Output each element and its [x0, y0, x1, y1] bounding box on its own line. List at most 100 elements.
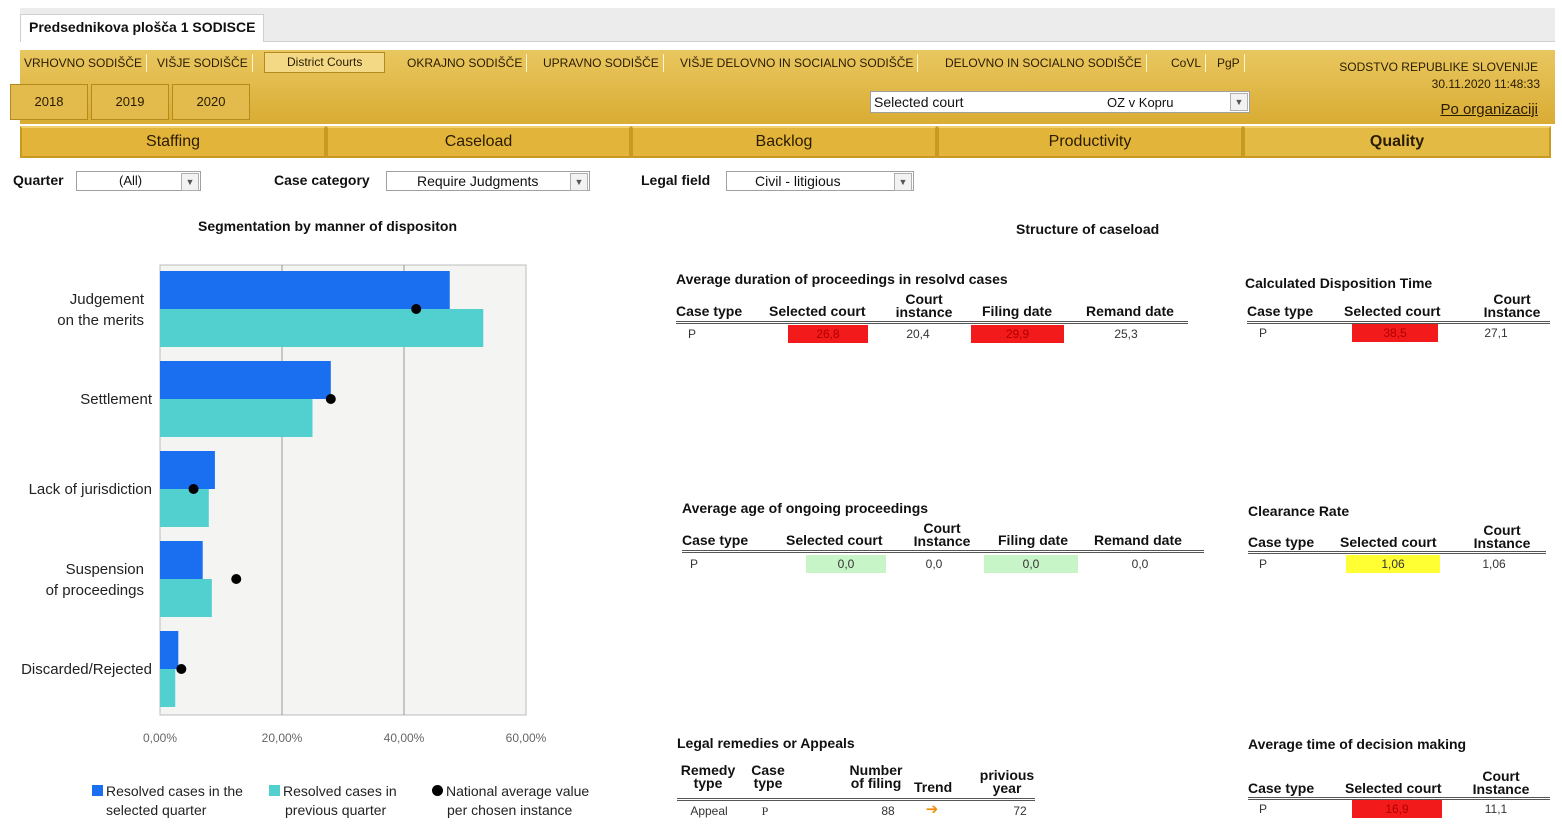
decision-title: Average time of decision making [1248, 736, 1467, 752]
clearance-header-selected-court: Selected court [1340, 534, 1437, 550]
duration-header-case-type: Case type [676, 303, 743, 319]
chart-bar-previous-quarter [160, 489, 209, 527]
quarter-label: Quarter [13, 172, 64, 188]
tab-staffing[interactable]: Staffing [20, 126, 326, 158]
tab-backlog[interactable]: Backlog [631, 126, 937, 158]
chart-bar-selected-quarter [160, 541, 203, 579]
chart-x-tick-label: 40,00% [384, 731, 425, 745]
duration-title: Average duration of proceedings in resol… [676, 271, 1008, 287]
clearance-cell-court-instance: 1,06 [1482, 557, 1506, 571]
case-category-select[interactable]: Require Judgments ▼ [386, 171, 590, 191]
chart-national-average-dot [325, 394, 336, 404]
court-tab-vrhovno[interactable]: VRHOVNO SODIŠČE [20, 54, 148, 72]
decision-header-court-instance: Court Instance [1472, 768, 1530, 797]
legend-dot-black [432, 785, 443, 796]
chart-bar-previous-quarter [160, 579, 212, 617]
duration-cell-filing-date: 29,9 [971, 325, 1064, 343]
tab-caseload[interactable]: Caseload [326, 126, 631, 158]
chart-x-tick-label: 0,00% [143, 731, 177, 745]
structure-title: Structure of caseload [1016, 221, 1160, 237]
decision-cell-case-type: P [1258, 802, 1267, 816]
age-header-remand-date: Remand date [1094, 532, 1182, 548]
age-cell-court-instance: 0,0 [925, 557, 943, 571]
chevron-down-icon[interactable]: ▼ [570, 173, 588, 191]
duration-cell-remand-date: 25,3 [1114, 327, 1138, 341]
chevron-down-icon[interactable]: ▼ [1230, 93, 1248, 111]
chart-bar-selected-quarter [160, 361, 331, 399]
chart-bar-selected-quarter [160, 451, 215, 489]
org-link[interactable]: Po organizaciji [1440, 101, 1538, 118]
legal-field-value: Civil - litigious [755, 173, 841, 189]
decision-header-selected-court: Selected court [1345, 780, 1442, 796]
tab-quality[interactable]: Quality [1243, 126, 1551, 158]
chart-category-label: Judgement on the merits [57, 291, 145, 329]
clearance-cell-case-type: P [1258, 557, 1267, 571]
chart-national-average-dot [188, 484, 199, 494]
age-title: Average age of ongoing proceedings [682, 500, 929, 516]
quarter-value: (All) [119, 173, 143, 188]
case-category-label: Case category [274, 172, 370, 188]
case-category-value: Require Judgments [417, 173, 539, 189]
court-tab-visje[interactable]: VIŠJE SODIŠČE [153, 54, 253, 72]
chart-category-label: Suspension of proceedings [46, 561, 144, 599]
chart-bar-selected-quarter [160, 271, 450, 309]
quarter-select[interactable]: (All) ▼ [76, 171, 201, 191]
cdt-header-court-instance: Court Instance [1483, 291, 1541, 320]
chart-bar-previous-quarter [160, 309, 484, 347]
chart-category-label: Discarded/Rejected [21, 661, 152, 678]
chevron-down-icon[interactable]: ▼ [894, 173, 912, 191]
chart-bar-previous-quarter [160, 399, 313, 437]
segmentation-title: Segmentation by manner of dispositon [198, 218, 458, 234]
cdt-title: Calculated Disposition Time [1245, 275, 1433, 291]
tab-productivity[interactable]: Productivity [937, 126, 1243, 158]
court-tab-upravno[interactable]: UPRAVNO SODIŠČE [539, 54, 664, 72]
clearance-title: Clearance Rate [1248, 503, 1350, 519]
duration-header-filing-date: Filing date [982, 303, 1052, 319]
legal-field-label: Legal field [641, 172, 711, 188]
court-tab-covl[interactable]: CoVL [1167, 54, 1207, 72]
selected-court-select[interactable]: Selected court OZ v Kopru ▼ [870, 91, 1250, 113]
remedies-header-remedy-type: Remedy type [680, 762, 736, 791]
org-name: SODSTVO REPUBLIKE SLOVENIJE [1339, 60, 1538, 74]
age-header-court-instance: Court Instance [913, 520, 971, 549]
selected-court-label: Selected court [874, 94, 964, 110]
remedies-cell-previous-year: 72 [1013, 804, 1027, 818]
duration-cell-case-type: P [687, 327, 696, 341]
chart-x-tick-label: 20,00% [262, 731, 303, 745]
legend-swatch-blue [92, 785, 103, 796]
chart-national-average-dot [176, 664, 187, 674]
court-tab-visje-delovno[interactable]: VIŠJE DELOVNO IN SOCIALNO SODIŠČE [676, 54, 919, 72]
duration-header-remand-date: Remand date [1086, 303, 1174, 319]
court-tab-district[interactable]: District Courts [264, 52, 386, 73]
remedies-header-rule [677, 798, 1035, 801]
remedies-header-previous-year: privious year [979, 767, 1035, 796]
age-header-selected-court: Selected court [786, 532, 883, 548]
court-tab-pgp[interactable]: PgP [1213, 54, 1245, 72]
remedies-cell-case-type: P [761, 804, 769, 818]
remedies-header-trend: Trend [914, 779, 953, 795]
legal-field-select[interactable]: Civil - litigious ▼ [726, 171, 914, 191]
chart-national-average-dot [411, 304, 422, 314]
legend-selected-quarter: Resolved cases in the selected quarter [92, 782, 243, 820]
year-button-2020[interactable]: 2020 [172, 84, 250, 120]
court-tab-okrajno[interactable]: OKRAJNO SODIŠČE [403, 54, 528, 72]
year-button-2018[interactable]: 2018 [10, 84, 88, 120]
chevron-down-icon[interactable]: ▼ [181, 173, 199, 191]
org-datetime: 30.11.2020 11:48:33 [1431, 77, 1540, 91]
selected-court-value: OZ v Kopru [1107, 95, 1174, 110]
duration-header-selected-court: Selected court [769, 303, 866, 319]
cdt-header-selected-court: Selected court [1344, 303, 1441, 319]
decision-cell-court-instance: 11,1 [1484, 802, 1508, 816]
cdt-cell-court-instance: 27,1 [1484, 326, 1508, 340]
decision-header-case-type: Case type [1248, 780, 1315, 796]
year-button-2019[interactable]: 2019 [91, 84, 169, 120]
legend-swatch-cyan [269, 785, 280, 796]
age-header-filing-date: Filing date [998, 532, 1068, 548]
cdt-header-case-type: Case type [1247, 303, 1314, 319]
court-tab-delovno[interactable]: DELOVNO IN SOCIALNO SODIŠČE [941, 54, 1147, 72]
legend-national-average: National average value per chosen instan… [432, 782, 589, 820]
clearance-header-case-type: Case type [1248, 534, 1315, 550]
arrow-right-icon: ➔ [925, 801, 939, 818]
age-header-case-type: Case type [682, 532, 749, 548]
chart-category-label: Lack of jurisdiction [29, 481, 152, 498]
